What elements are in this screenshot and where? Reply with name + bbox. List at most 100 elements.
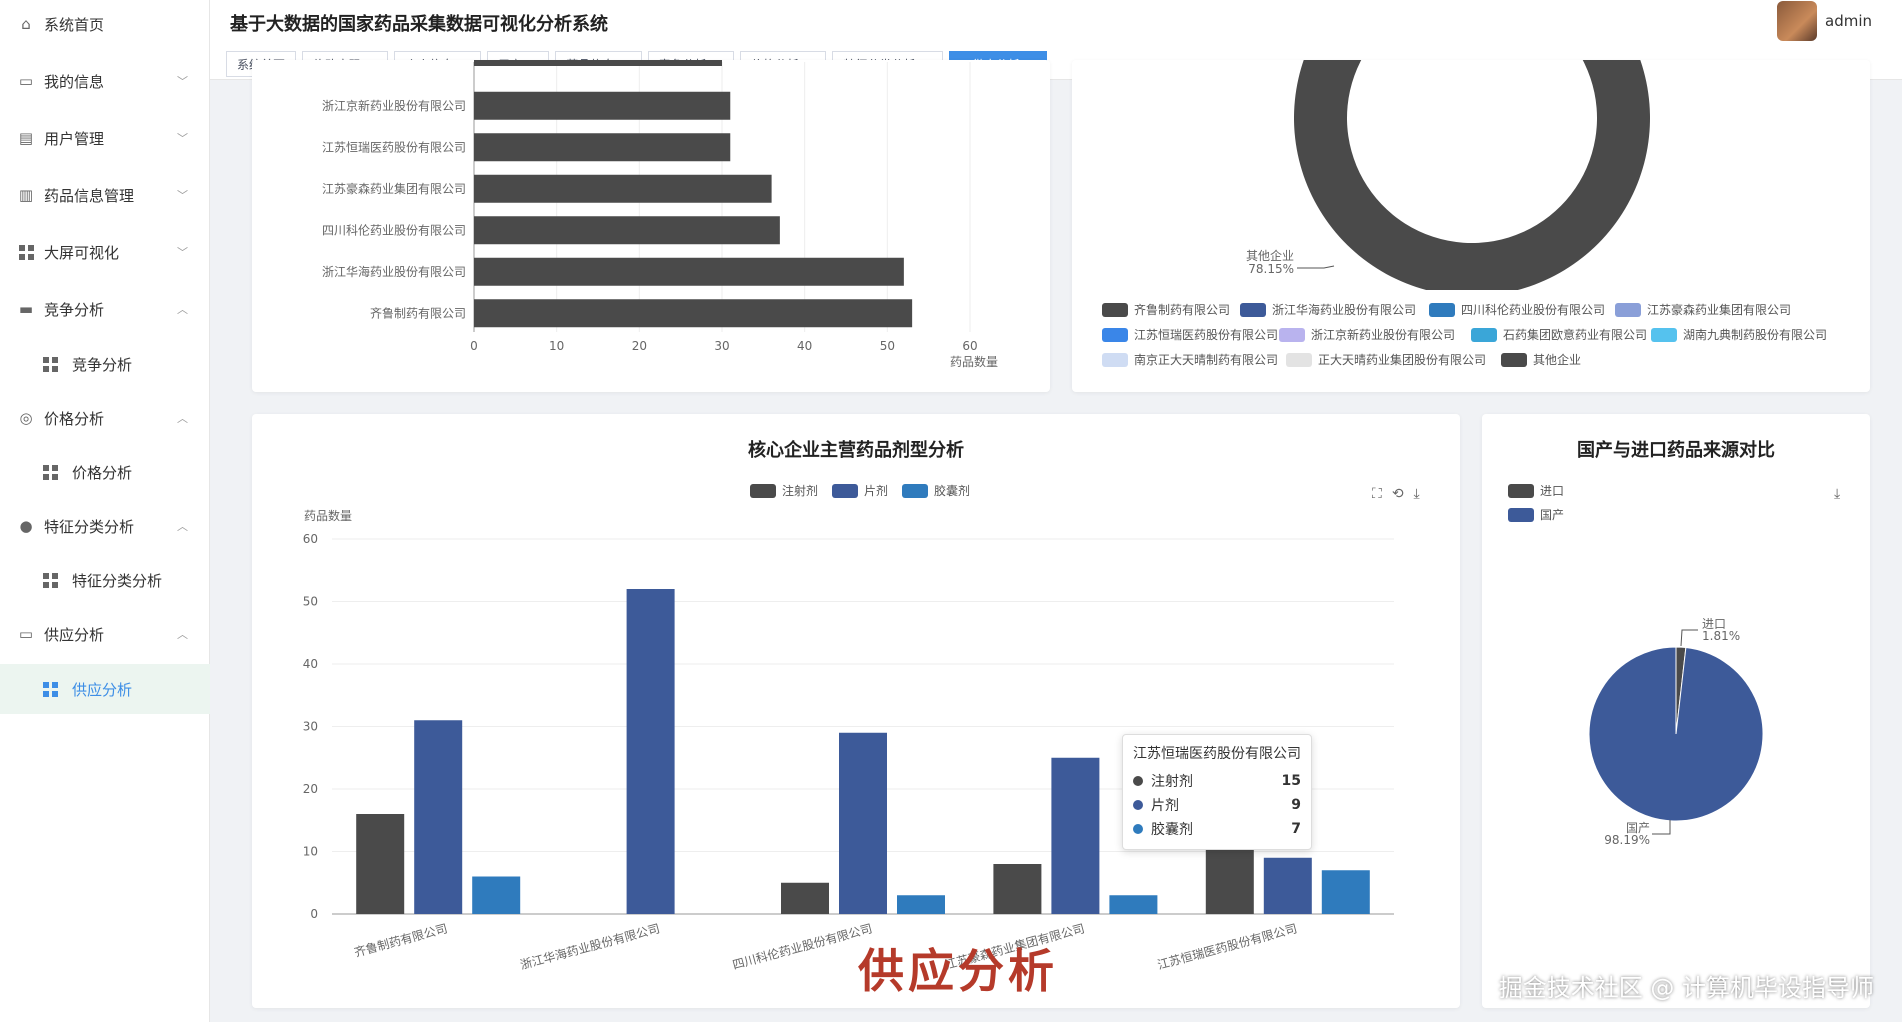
clipboard-icon: ▤ xyxy=(18,129,34,147)
slice-percent: 1.81% xyxy=(1702,629,1740,643)
bar xyxy=(474,91,731,120)
bar xyxy=(781,882,829,914)
source-compare-chart[interactable]: 进口1.81%国产98.19% xyxy=(1482,414,1870,1008)
bar xyxy=(474,299,913,328)
legend-label: 正大天晴药业集团股份有限公司 xyxy=(1318,353,1487,367)
x-tick-label: 20 xyxy=(632,339,647,353)
x-tick-label: 0 xyxy=(470,339,478,353)
legend-item[interactable]: 石药集团欧意药业有限公司 xyxy=(1471,326,1647,343)
x-tick-label: 30 xyxy=(714,339,729,353)
legend-item[interactable]: 四川科伦药业股份有限公司 xyxy=(1429,301,1605,318)
y-tick-label: 江苏豪森药业集团有限公司 xyxy=(322,181,466,196)
label-line xyxy=(1297,265,1335,269)
company-share-card: 其他企业 78.15% 齐鲁制药有限公司 浙江华海药业股份有限公司 四川科伦药业股份有… xyxy=(1072,60,1870,392)
y-tick-label: 齐鲁制药有限公司 xyxy=(370,305,466,320)
avatar[interactable] xyxy=(1777,1,1817,41)
sidebar-subitem-supply[interactable]: 供应分析 xyxy=(0,664,210,714)
chevron-up-icon: ︿ xyxy=(177,520,188,533)
sidebar-subitem-feature[interactable]: 特征分类分析 xyxy=(0,556,210,604)
y-tick-label: 浙江华海药业股份有限公司 xyxy=(322,264,466,279)
legend-swatch xyxy=(1501,352,1527,367)
legend-item[interactable]: 浙江京新药业股份有限公司 xyxy=(1279,326,1455,343)
tooltip-row: 胶囊剂 7 xyxy=(1133,817,1301,841)
legend-label: 南京正大天晴制药有限公司 xyxy=(1134,353,1279,367)
chevron-up-icon: ︿ xyxy=(177,412,188,425)
legend-swatch xyxy=(1102,302,1128,317)
sidebar-item-supply[interactable]: ▭ 供应分析 ︿ xyxy=(0,610,210,658)
sidebar-item-competition[interactable]: ▬ 竞争分析 ︿ xyxy=(0,285,210,333)
bar xyxy=(626,589,675,914)
grid-icon xyxy=(42,356,58,372)
x-axis-label: 药品数量 xyxy=(950,354,998,369)
x-tick-label: 齐鲁制药有限公司 xyxy=(352,920,449,959)
bar xyxy=(993,864,1042,914)
id-card-icon: ▭ xyxy=(18,72,34,90)
company-count-card: 0 10 20 30 40 50 60 药品数量 齐鲁制药有限公司 浙江华海药业股份有限公司 四川科… xyxy=(252,60,1050,392)
legend-label: 其他企业 xyxy=(1533,353,1582,367)
dosage-form-chart[interactable]: 药品数量 0 10 20 30 40 50 60 齐鲁制药有限公司 浙江华海药业股份有限公司 四川科… xyxy=(252,414,1460,1008)
y-tick-label: 0 xyxy=(310,907,318,921)
bar xyxy=(1051,757,1100,914)
sidebar-subitem-competition[interactable]: 竞争分析 xyxy=(0,340,210,388)
chevron-up-icon: ︿ xyxy=(177,303,188,316)
sidebar-subitem-price[interactable]: 价格分析 xyxy=(0,448,210,496)
sidebar-item-feature[interactable]: ● 特征分类分析 ︿ xyxy=(0,502,210,550)
tooltip-row: 注射剂 15 xyxy=(1133,769,1301,793)
sidebar-item-drug-management[interactable]: ▥ 药品信息管理 ﹀ xyxy=(0,171,210,219)
tooltip-row: 片剂 9 xyxy=(1133,793,1301,817)
legend-swatch xyxy=(1651,327,1677,342)
slice-percent: 78.15% xyxy=(1248,262,1294,276)
legend-item[interactable]: 江苏恒瑞医药股份有限公司 xyxy=(1102,326,1278,343)
legend-swatch xyxy=(1102,327,1128,342)
source-compare-card: 国产与进口药品来源对比 进口 国产 ⤓ 进口 1.81% 国产 98.19% xyxy=(1482,414,1870,1008)
donut-slice xyxy=(1294,60,1650,290)
sidebar-item-home[interactable]: ⌂ 系统首页 xyxy=(0,0,210,48)
x-tick-label: 60 xyxy=(962,339,977,353)
bar xyxy=(474,257,904,286)
legend-swatch xyxy=(1240,302,1266,317)
grid-icon xyxy=(18,244,34,260)
bar xyxy=(1263,857,1312,914)
slice-label: 其他企业 xyxy=(1246,248,1294,263)
bar xyxy=(897,895,945,914)
x-tick-label: 40 xyxy=(797,339,812,353)
user-menu[interactable]: admin xyxy=(1777,0,1872,42)
legend-item[interactable]: 南京正大天晴制药有限公司 xyxy=(1102,351,1278,368)
sidebar-item-price[interactable]: ◎ 价格分析 ︿ xyxy=(0,394,210,442)
page-title: 基于大数据的国家药品采集数据可视化分析系统 xyxy=(230,14,608,35)
user-name: admin xyxy=(1825,12,1872,30)
bar xyxy=(472,876,521,914)
legend-label: 石药集团欧意药业有限公司 xyxy=(1503,328,1648,342)
y-tick-label: 20 xyxy=(303,782,318,796)
sidebar-item-user-management[interactable]: ▤ 用户管理 ﹀ xyxy=(0,114,210,162)
legend-item[interactable]: 浙江华海药业股份有限公司 xyxy=(1240,301,1416,318)
dosage-form-card: 核心企业主营药品剂型分析 注射剂 片剂 胶囊剂 ⛶ ⟲ ⤓ 药品数量 0 10 20 3… xyxy=(252,414,1460,1008)
chart-tooltip: 江苏恒瑞医药股份有限公司 注射剂 15 片剂 9 胶囊剂 7 xyxy=(1122,734,1312,850)
y-axis-label: 药品数量 xyxy=(304,508,352,523)
legend-item[interactable]: 正大天晴药业集团股份有限公司 xyxy=(1286,351,1486,368)
chevron-up-icon: ︿ xyxy=(177,628,188,641)
user-icon: ● xyxy=(19,517,33,535)
monitor-icon: ▭ xyxy=(18,625,34,643)
legend-item[interactable]: 其他企业 xyxy=(1501,351,1581,368)
chevron-down-icon: ﹀ xyxy=(177,75,188,88)
x-tick-label: 50 xyxy=(880,339,895,353)
legend-label: 浙江华海药业股份有限公司 xyxy=(1272,303,1417,317)
sidebar-item-my-info[interactable]: ▭ 我的信息 ﹀ xyxy=(0,57,210,105)
company-share-chart[interactable]: 其他企业78.15% xyxy=(1072,60,1870,290)
bar xyxy=(1109,895,1158,914)
sidebar-item-big-screen[interactable]: 大屏可视化 ﹀ xyxy=(0,228,210,276)
legend-label: 江苏豪森药业集团有限公司 xyxy=(1647,303,1792,317)
trash-icon: ▥ xyxy=(18,186,34,204)
coin-icon: ◎ xyxy=(19,409,33,427)
tooltip-dot xyxy=(1133,800,1143,810)
legend-label: 齐鲁制药有限公司 xyxy=(1134,303,1231,317)
label-line xyxy=(1680,629,1698,647)
legend-item[interactable]: 湖南九典制药股份有限公司 xyxy=(1651,326,1827,343)
chevron-down-icon: ﹀ xyxy=(177,246,188,259)
company-count-chart[interactable]: 0 10 20 30 40 50 60药品数量 齐鲁制药有限公司 浙江华海药业股份有限公司四川科… xyxy=(252,60,1050,392)
home-icon: ⌂ xyxy=(21,15,31,33)
legend-item[interactable]: 江苏豪森药业集团有限公司 xyxy=(1615,301,1791,318)
legend-swatch xyxy=(1429,302,1455,317)
legend-item[interactable]: 齐鲁制药有限公司 xyxy=(1102,301,1230,318)
